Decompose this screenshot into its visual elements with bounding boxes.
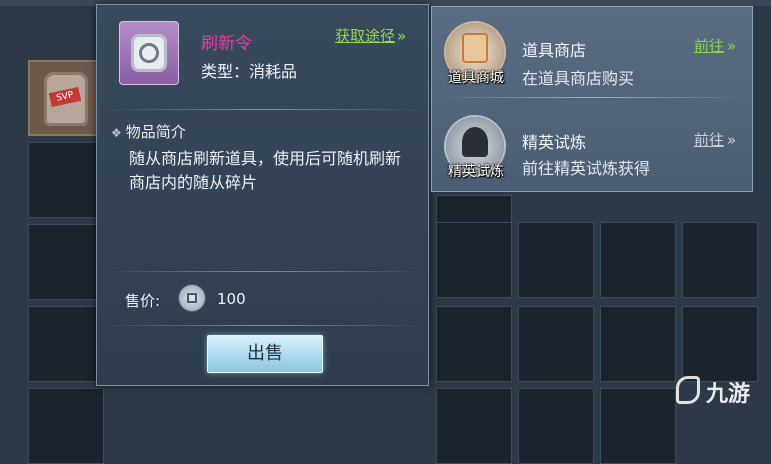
inventory-slot[interactable] (436, 388, 512, 464)
section-title: ❖ 物品简介 (111, 121, 186, 142)
bag-icon: SVP (44, 72, 88, 126)
item-type: 类型：消耗品 (201, 62, 298, 81)
inventory-slot[interactable]: SVP 1 (28, 60, 112, 136)
refresh-token-icon (119, 21, 179, 85)
acquisition-link[interactable]: 获取途径» (335, 25, 406, 46)
section-title-label: 物品简介 (125, 123, 186, 141)
chevron-right-icon: » (727, 131, 737, 149)
acquisition-panel: 道具商城 道具商店 在道具商店购买 前往» 精英试炼 精英试炼 前往精英试炼获得… (431, 6, 753, 192)
silver-coin-icon (179, 285, 205, 311)
chevron-right-icon: » (727, 37, 737, 55)
watermark: 九游 (676, 372, 768, 408)
acquisition-subtitle: 前往精英试炼获得 (522, 159, 651, 178)
divider (105, 325, 422, 326)
diamond-bullet-icon: ❖ (111, 126, 122, 140)
inventory-slot[interactable] (600, 222, 676, 298)
bag-tag: SVP (48, 87, 82, 107)
item-tooltip: 刷新令 类型：消耗品 获取途径» ❖ 物品简介 随从商店刷新道具，使用后可随机刷新… (96, 4, 429, 386)
inventory-slot[interactable] (518, 388, 594, 464)
divider (105, 271, 422, 272)
chevron-right-icon: » (397, 27, 407, 45)
acquisition-link-label: 获取途径 (335, 27, 396, 45)
inventory-slot[interactable] (682, 306, 758, 382)
shop-icon-label: 道具商城 (448, 70, 504, 86)
go-label: 前往 (694, 131, 725, 149)
divider (105, 109, 422, 110)
go-button-elite-trial[interactable]: 前往» (694, 129, 736, 150)
jiuyou-logo-icon (676, 376, 700, 404)
inventory-slot[interactable] (518, 306, 594, 382)
go-button-shop[interactable]: 前往» (694, 35, 736, 56)
inventory-slot[interactable] (436, 222, 512, 298)
go-label: 前往 (694, 37, 725, 55)
inventory-slot[interactable] (518, 222, 594, 298)
inventory-slot[interactable] (600, 306, 676, 382)
medal-shape (131, 34, 167, 72)
acquisition-row-elite-trial: 精英试炼 精英试炼 前往精英试炼获得 前往» (432, 101, 752, 191)
inventory-slot[interactable] (600, 388, 676, 464)
price-label: 售价: (125, 292, 161, 310)
inventory-slot[interactable] (436, 306, 512, 382)
acquisition-title: 精英试炼 (522, 133, 587, 152)
divider (442, 97, 742, 98)
acquisition-title: 道具商店 (522, 41, 587, 60)
inventory-slot[interactable] (28, 224, 104, 300)
item-name: 刷新令 (201, 34, 252, 54)
inventory-slot[interactable] (28, 142, 104, 218)
price-value: 100 (217, 290, 246, 308)
inventory-slot[interactable] (28, 306, 104, 382)
inventory-slot[interactable] (28, 388, 104, 464)
inventory-slot[interactable] (682, 222, 758, 298)
sell-button[interactable]: 出售 (207, 335, 323, 373)
acquisition-subtitle: 在道具商店购买 (522, 69, 635, 88)
elite-trial-icon-label: 精英试炼 (448, 164, 504, 180)
item-description: 随从商店刷新道具，使用后可随机刷新商店内的随从碎片 (129, 149, 402, 192)
watermark-text: 九游 (706, 382, 751, 407)
acquisition-row-shop: 道具商城 道具商店 在道具商店购买 前往» (432, 7, 752, 97)
